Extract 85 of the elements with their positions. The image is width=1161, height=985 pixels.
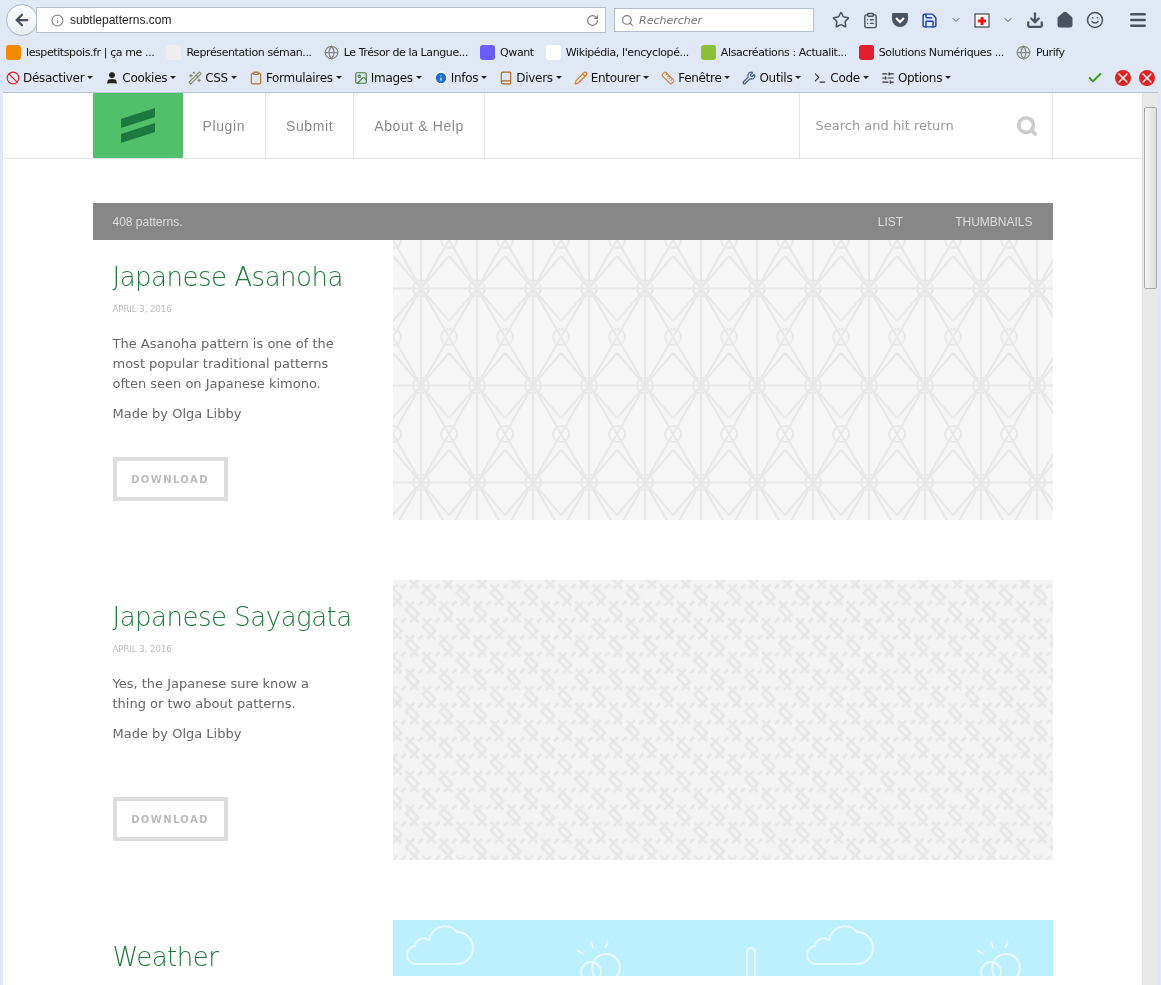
reload-icon[interactable] — [586, 13, 599, 27]
download-icon[interactable] — [1026, 11, 1044, 29]
url-text: subtlepatterns.com — [70, 13, 173, 27]
ruler-icon — [661, 70, 676, 85]
caret-icon — [170, 76, 177, 79]
bookmark-star-icon[interactable] — [832, 11, 850, 29]
devtools-menu[interactable]: Entourer — [573, 70, 650, 85]
caret-icon — [335, 76, 342, 79]
smiley-icon[interactable] — [1086, 11, 1104, 29]
site-favicon-icon — [480, 45, 496, 60]
pattern-description: The Asanoha pattern is one of the most popular traditional patterns often seen on Japanese kimono. — [112, 335, 335, 393]
prohibited-icon — [6, 70, 20, 85]
devtools-menu[interactable]: Divers — [499, 70, 562, 85]
pattern-date: APRIL 3, 2016 — [112, 644, 173, 654]
caret-icon — [481, 76, 488, 79]
devtools-menu[interactable]: Infos — [433, 70, 488, 85]
pattern-date: APRIL 3, 2016 — [112, 304, 173, 314]
devtools-menu[interactable]: Options — [880, 70, 952, 85]
nav-link[interactable]: About & Help — [354, 93, 485, 158]
globe-icon — [323, 45, 339, 60]
bookmark-link[interactable]: Le Trésor de la Langue... — [323, 45, 469, 60]
pattern-author: Made by Olga Libby — [112, 406, 243, 421]
book-icon — [499, 70, 514, 85]
search-icon — [621, 13, 634, 27]
bookmark-link[interactable]: Représentation séman... — [166, 45, 312, 60]
address-bar[interactable]: subtlepatterns.com — [36, 7, 606, 33]
close-icon[interactable] — [1139, 69, 1155, 86]
devtools-menu[interactable]: Cookies — [105, 70, 177, 85]
caret-icon — [724, 76, 731, 79]
first-aid-icon[interactable] — [974, 12, 990, 28]
pattern-author: Made by Olga Libby — [112, 726, 243, 741]
bookmark-link[interactable]: Solutions Numériques ... — [858, 45, 1004, 60]
home-icon[interactable] — [1056, 11, 1074, 29]
pattern-title[interactable]: Japanese Sayagata — [112, 602, 373, 632]
options-icon — [880, 70, 895, 85]
bookmark-link[interactable]: Wikipédia, l'encyclopé... — [545, 45, 689, 60]
pencil-icon — [573, 70, 588, 85]
person-icon — [105, 70, 120, 85]
close-icon[interactable] — [1115, 69, 1131, 86]
globe-icon — [1015, 45, 1031, 60]
devtools-menu[interactable]: Code — [813, 70, 869, 85]
menu-icon[interactable] — [1128, 10, 1148, 30]
devtools-menu[interactable]: Formulaires — [248, 70, 342, 85]
devtools-menu[interactable]: Images — [353, 70, 422, 85]
caret-icon — [862, 76, 869, 79]
devtools-menu[interactable]: Fenêtre — [661, 70, 731, 85]
caret-icon — [230, 76, 237, 79]
back-button[interactable] — [6, 4, 38, 36]
pattern-title[interactable]: Japanese Asanoha — [112, 262, 373, 292]
pattern-description: Yes, the Japanese sure know a thing or two about patterns. — [112, 675, 311, 713]
nav-link[interactable]: Submit — [266, 93, 355, 158]
info-icon — [433, 70, 448, 85]
terminal-icon — [813, 70, 828, 85]
bookmark-link[interactable]: Purify — [1015, 45, 1065, 60]
caret-icon — [643, 76, 650, 79]
caret-icon — [945, 76, 952, 79]
pattern-count: 408 patterns. — [112, 214, 184, 229]
caret-icon — [795, 76, 802, 79]
scrollbar[interactable] — [1142, 93, 1158, 985]
image-icon — [353, 70, 368, 85]
clipboard-icon — [248, 70, 263, 85]
devtools-menu[interactable]: Outils — [742, 70, 802, 85]
pattern-title[interactable]: Weather — [112, 942, 373, 972]
pocket-icon[interactable] — [891, 12, 909, 28]
bookmark-link[interactable]: lespetitspois.fr | ça me ... — [6, 45, 155, 60]
site-favicon-icon — [6, 45, 21, 60]
nav-link[interactable]: Plugin — [182, 93, 267, 158]
wand-icon — [188, 70, 203, 85]
devtools-menu[interactable]: Désactiver — [6, 70, 94, 85]
bookmark-link[interactable]: Alsacréations : Actualit... — [700, 45, 847, 60]
devtools-menu[interactable]: CSS — [188, 70, 237, 85]
save-icon[interactable] — [921, 11, 938, 29]
caret-icon — [555, 76, 562, 79]
logo-icon — [119, 106, 156, 145]
tools-icon — [742, 70, 757, 85]
site-favicon-icon — [545, 45, 561, 60]
bookmark-link[interactable]: Qwant — [480, 45, 534, 60]
reading-list-icon[interactable] — [862, 11, 879, 29]
site-favicon-icon — [700, 45, 716, 60]
search-placeholder: Rechercher — [639, 13, 703, 27]
info-icon — [51, 13, 64, 27]
caret-icon — [415, 76, 422, 79]
browser-search-field[interactable]: Rechercher — [614, 8, 814, 32]
caret-icon — [87, 76, 94, 79]
site-favicon-icon — [858, 45, 874, 60]
